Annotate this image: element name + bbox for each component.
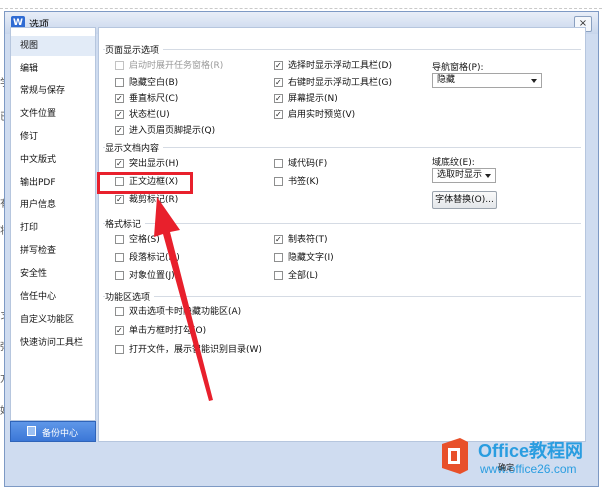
watermark-url: www.office26.com — [480, 462, 577, 476]
red-arrow-annotation — [154, 197, 213, 401]
watermark-title: Office教程网 — [478, 441, 584, 461]
ok-button-label[interactable]: 确定 — [498, 462, 514, 473]
office-logo-icon — [442, 438, 468, 474]
arrow-shape — [154, 197, 213, 401]
watermark: Office教程网 www.office26.com — [438, 434, 598, 486]
